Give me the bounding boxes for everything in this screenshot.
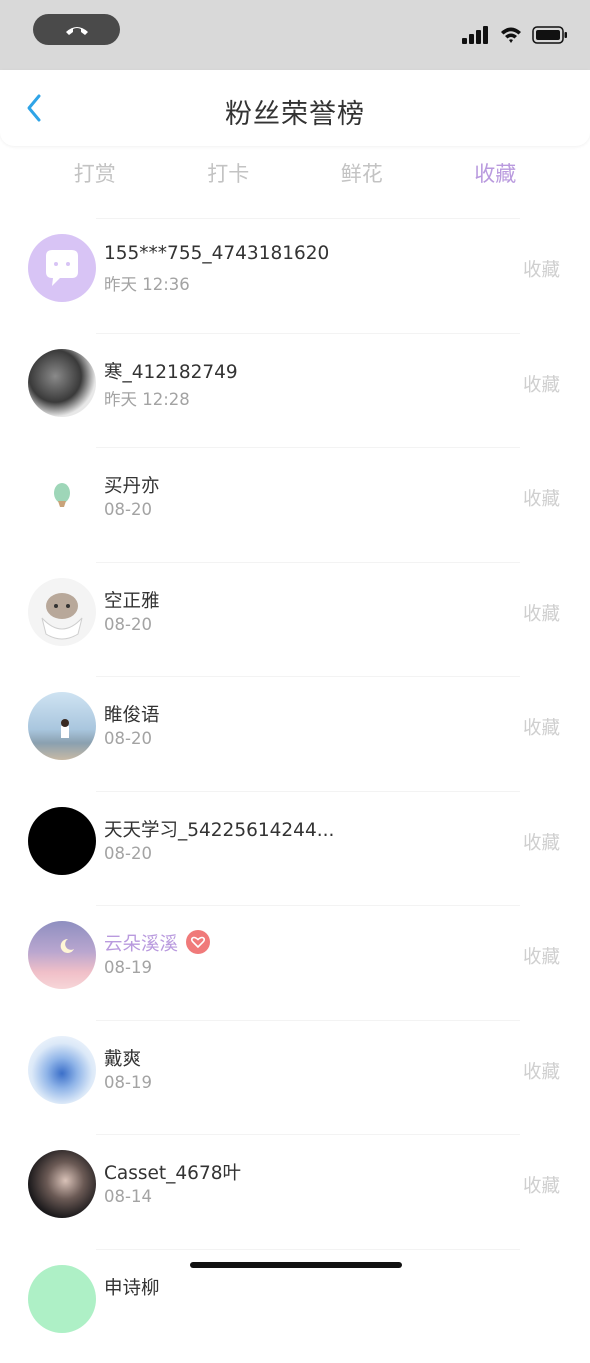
list-item[interactable]: Casset_4678叶 08-14 收藏 xyxy=(96,1134,520,1249)
avatar xyxy=(28,463,96,531)
fan-time: 08-20 xyxy=(104,844,152,863)
action-label: 收藏 xyxy=(523,256,560,282)
status-bar xyxy=(0,0,590,70)
action-label: 收藏 xyxy=(523,485,560,511)
avatar xyxy=(28,807,96,875)
fan-name: 155***755_4743181620 xyxy=(104,243,329,264)
tab-bar: 打赏 打卡 鲜花 收藏 xyxy=(28,156,562,192)
fan-name: 戴爽 xyxy=(104,1045,141,1071)
fan-time: 昨天 12:36 xyxy=(104,271,190,295)
avatar xyxy=(28,349,96,417)
avatar xyxy=(28,1265,96,1333)
action-label: 收藏 xyxy=(523,1058,560,1084)
action-label: 收藏 xyxy=(523,943,560,969)
list-item[interactable]: 寒_412182749 昨天 12:28 收藏 xyxy=(96,333,520,448)
fan-time: 昨天 12:28 xyxy=(104,386,190,410)
nav-bar: 粉丝荣誉榜 xyxy=(0,70,590,146)
fan-time: 08-19 xyxy=(104,958,152,977)
cellular-signal-icon xyxy=(462,26,490,44)
tab-flowers[interactable]: 鲜花 xyxy=(295,156,429,192)
vip-heart-badge-icon xyxy=(186,930,210,954)
action-label: 收藏 xyxy=(523,371,560,397)
fan-name: Casset_4678叶 xyxy=(104,1159,241,1185)
phone-icon xyxy=(64,24,90,36)
ongoing-call-pill[interactable] xyxy=(33,14,120,45)
list-item[interactable]: 买丹亦 08-20 收藏 xyxy=(96,447,520,562)
avatar xyxy=(28,1036,96,1104)
fan-list: 155***755_4743181620 昨天 12:36 收藏 寒_41218… xyxy=(0,218,590,1363)
fan-name: 睢俊语 xyxy=(104,701,160,727)
page-title: 粉丝荣誉榜 xyxy=(0,92,590,131)
fan-time: 08-20 xyxy=(104,729,152,748)
default-avatar-icon xyxy=(28,234,96,302)
avatar xyxy=(28,921,96,989)
fan-name: 申诗柳 xyxy=(104,1274,160,1300)
wifi-icon xyxy=(500,26,522,44)
tab-checkin[interactable]: 打卡 xyxy=(162,156,296,192)
list-item[interactable]: 戴爽 08-19 收藏 xyxy=(96,1020,520,1135)
fan-time: 08-20 xyxy=(104,500,152,519)
list-item[interactable]: 天天学习_54225614244... 08-20 收藏 xyxy=(96,791,520,906)
tab-reward[interactable]: 打赏 xyxy=(28,156,162,192)
action-label: 收藏 xyxy=(523,600,560,626)
list-item[interactable]: 空正雅 08-20 收藏 xyxy=(96,562,520,677)
fan-name-text: 云朵溪溪 xyxy=(104,934,178,955)
avatar xyxy=(28,234,96,302)
list-item[interactable]: 睢俊语 08-20 收藏 xyxy=(96,676,520,791)
action-label: 收藏 xyxy=(523,829,560,855)
hot-air-balloon-icon xyxy=(28,463,96,531)
avatar xyxy=(28,692,96,760)
home-indicator[interactable] xyxy=(190,1262,402,1268)
fan-name: 云朵溪溪 xyxy=(104,930,210,956)
action-label: 收藏 xyxy=(523,1172,560,1198)
avatar xyxy=(28,1150,96,1218)
fan-name: 空正雅 xyxy=(104,587,160,613)
action-label: 收藏 xyxy=(523,714,560,740)
fan-name: 天天学习_54225614244... xyxy=(104,816,334,842)
tab-favorites[interactable]: 收藏 xyxy=(429,156,563,192)
fan-name: 寒_412182749 xyxy=(104,358,238,384)
list-item[interactable]: 云朵溪溪 08-19 收藏 xyxy=(96,905,520,1020)
fan-time: 08-20 xyxy=(104,615,152,634)
seaside-person-photo xyxy=(28,692,96,760)
list-item[interactable]: 155***755_4743181620 昨天 12:36 收藏 xyxy=(96,218,520,333)
battery-icon xyxy=(532,26,568,44)
fan-time: 08-19 xyxy=(104,1073,152,1092)
status-icons xyxy=(462,24,568,46)
cat-avatar-icon xyxy=(28,578,96,646)
moon-cloud-photo xyxy=(28,921,96,989)
fan-time: 08-14 xyxy=(104,1187,152,1206)
avatar xyxy=(28,578,96,646)
fan-name: 买丹亦 xyxy=(104,472,160,498)
